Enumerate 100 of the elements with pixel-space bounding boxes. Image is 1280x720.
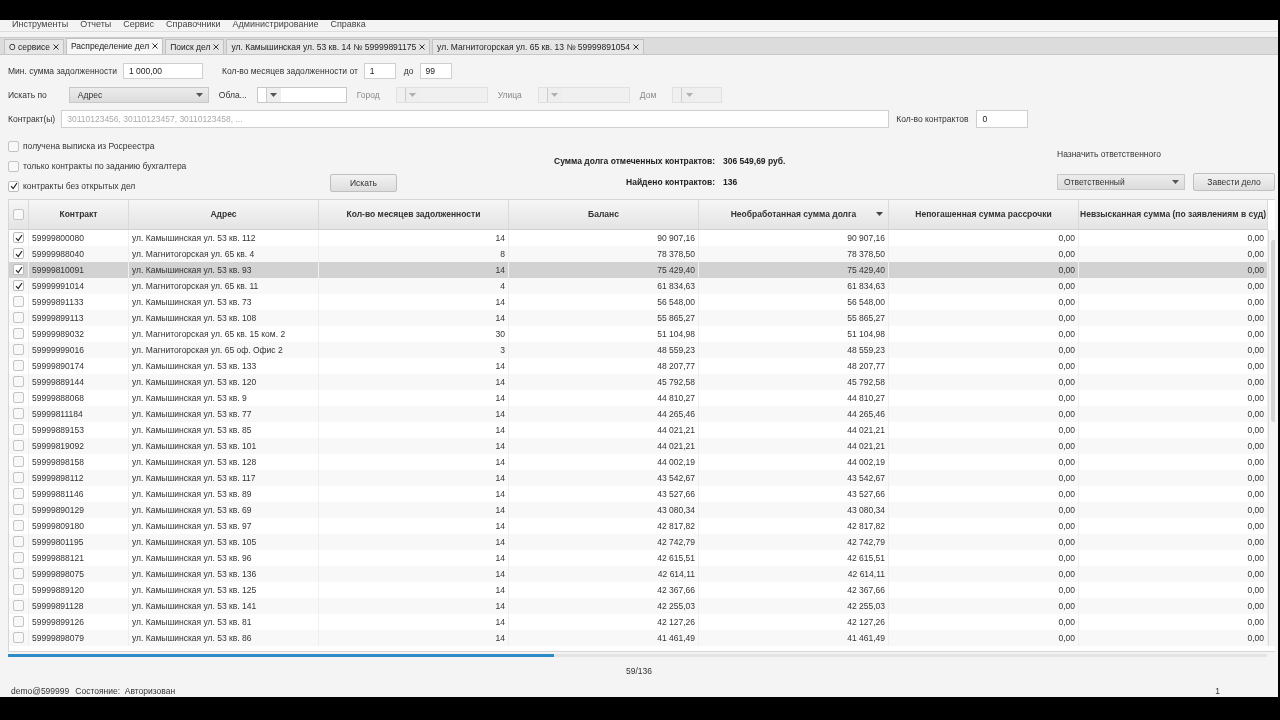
table-cell: 14 [319, 454, 509, 470]
column-header[interactable]: Невзысканная сумма (по заявлениям в суд) [1079, 200, 1268, 229]
table-cell: 90 907,16 [509, 230, 699, 246]
table-cell: 61 834,63 [699, 278, 889, 294]
table-cell: 56 548,00 [509, 294, 699, 310]
section-label: Назначить ответственного [1057, 149, 1162, 159]
table-cell: ул. Камышинская ул. 53 кв. 81 [129, 614, 319, 630]
table-cell: 44 021,21 [509, 422, 699, 438]
table-cell: 59999988040 [29, 246, 129, 262]
table-cell: 0,00 [889, 342, 1079, 358]
search-button[interactable]: Искать [330, 174, 397, 192]
location-dropdown[interactable] [256, 87, 347, 103]
table-cell: ул. Камышинская ул. 53 кв. 77 [129, 406, 319, 422]
table-cell: 44 002,19 [699, 454, 889, 470]
table-cell: 44 021,21 [509, 438, 699, 454]
table-cell: 59999989032 [29, 326, 129, 342]
checkbox[interactable] [13, 232, 24, 244]
table-cell: 59999890129 [29, 502, 129, 518]
column-header[interactable]: Адрес [129, 200, 319, 229]
table-cell: 14 [319, 630, 509, 646]
table-cell: ул. Камышинская ул. 53 кв. 86 [129, 630, 319, 646]
close-icon[interactable] [632, 44, 639, 50]
column-header[interactable]: Баланс [509, 200, 699, 229]
table-cell: 59999898158 [29, 454, 129, 470]
table-cell: ул. Камышинская ул. 53 кв. 9 [129, 390, 319, 406]
table-cell: 44 265,46 [699, 406, 889, 422]
close-icon[interactable] [52, 44, 59, 50]
checkbox[interactable] [13, 264, 24, 276]
table-cell: 0,00 [889, 486, 1079, 502]
table-cell: 59999801195 [29, 534, 129, 550]
contracts-field[interactable]: 30110123456, 30110123457, 30110123458, ... [61, 110, 890, 128]
table-cell: 0,00 [889, 326, 1079, 342]
table-cell: 0,00 [889, 534, 1079, 550]
responsible-dropdown[interactable]: Ответственный [1057, 174, 1185, 190]
caret-icon [195, 93, 203, 97]
table-cell: 43 080,34 [509, 502, 699, 518]
table-cell: ул. Камышинская ул. 53 кв. 105 [129, 534, 319, 550]
table-cell: 14 [319, 534, 509, 550]
field-label: до [403, 66, 414, 76]
table-cell: 0,00 [889, 470, 1079, 486]
table-cell: 51 104,98 [509, 326, 699, 342]
table-cell: 43 527,66 [509, 486, 699, 502]
column-header[interactable]: Непогашенная сумма рассрочки [889, 200, 1079, 229]
months-from-field[interactable]: 1 [363, 63, 396, 79]
months-to-field[interactable]: 99 [419, 63, 452, 79]
create-case-button[interactable]: Завести дело [1193, 173, 1275, 191]
table-cell: 42 614,11 [699, 566, 889, 582]
close-icon[interactable] [419, 44, 426, 50]
table-cell: 59999999016 [29, 342, 129, 358]
table-cell: 0,00 [889, 422, 1079, 438]
checkbox[interactable] [13, 248, 24, 260]
menu-item[interactable]: Справка [330, 20, 366, 29]
menu-item[interactable]: Отчеты [80, 20, 112, 29]
table-cell: 44 021,21 [699, 422, 889, 438]
table-cell: 59999889120 [29, 582, 129, 598]
tab[interactable]: ул. Магнитогорская ул. 65 кв. 13 № 59999891054 [432, 39, 644, 54]
tab[interactable]: О сервисе [4, 39, 64, 54]
table-cell: ул. Камышинская ул. 53 кв. 120 [129, 374, 319, 390]
close-icon[interactable] [213, 44, 220, 50]
table-cell: 78 378,50 [509, 246, 699, 262]
field-label: Кол-во контрактов [896, 114, 969, 124]
amount-field[interactable]: 1 000,00 [122, 63, 203, 79]
field-label: Искать по [8, 90, 47, 100]
table-cell: 51 104,98 [699, 326, 889, 342]
table-cell: 0,00 [889, 502, 1079, 518]
table-cell: 42 615,51 [699, 550, 889, 566]
menu-item[interactable]: Сервис [123, 20, 155, 29]
table-cell: ул. Магнитогорская ул. 65 оф. Офис 2 [129, 342, 319, 358]
select-all-checkbox[interactable] [13, 209, 24, 220]
column-header[interactable]: Контракт [29, 200, 129, 229]
table-cell: 0,00 [889, 454, 1079, 470]
close-icon[interactable] [152, 43, 159, 50]
tab[interactable]: Поиск дел [165, 39, 225, 54]
table-cell: 0,00 [889, 246, 1079, 262]
menu-item[interactable]: Инструменты [12, 20, 69, 29]
table-cell: 43 542,67 [699, 470, 889, 486]
table-cell: 59999810091 [29, 262, 129, 278]
menu-item[interactable]: Администрирование [232, 20, 319, 29]
table-cell: 0,00 [889, 582, 1079, 598]
table-cell: 44 002,19 [509, 454, 699, 470]
column-header[interactable]: Необработанная сумма долга [699, 200, 889, 229]
table-cell: ул. Камышинская ул. 53 кв. 108 [129, 310, 319, 326]
tab[interactable]: Распределение дел [65, 38, 164, 54]
menu-item[interactable]: Справочники [166, 20, 221, 29]
checkbox[interactable] [8, 181, 19, 192]
checkbox[interactable] [13, 280, 24, 292]
table-cell: 14 [319, 230, 509, 246]
table-cell: 42 367,66 [699, 582, 889, 598]
table-cell: 42 255,03 [509, 598, 699, 614]
table-cell: 14 [319, 422, 509, 438]
tab[interactable]: ул. Камышинская ул. 53 кв. 14 № 59999891175 [226, 39, 431, 54]
status-text: Состояние: Авторизован [75, 685, 176, 696]
table-cell: 14 [319, 294, 509, 310]
contract-count-field[interactable]: 0 [976, 110, 1029, 128]
search-by-dropdown[interactable]: Адрес [68, 87, 209, 103]
table-cell: 45 792,58 [509, 374, 699, 390]
column-header[interactable]: Кол-во месяцев задолженности [319, 200, 509, 229]
table-cell: 75 429,40 [509, 262, 699, 278]
table-cell: 43 542,67 [509, 470, 699, 486]
table-cell: 59999889144 [29, 374, 129, 390]
